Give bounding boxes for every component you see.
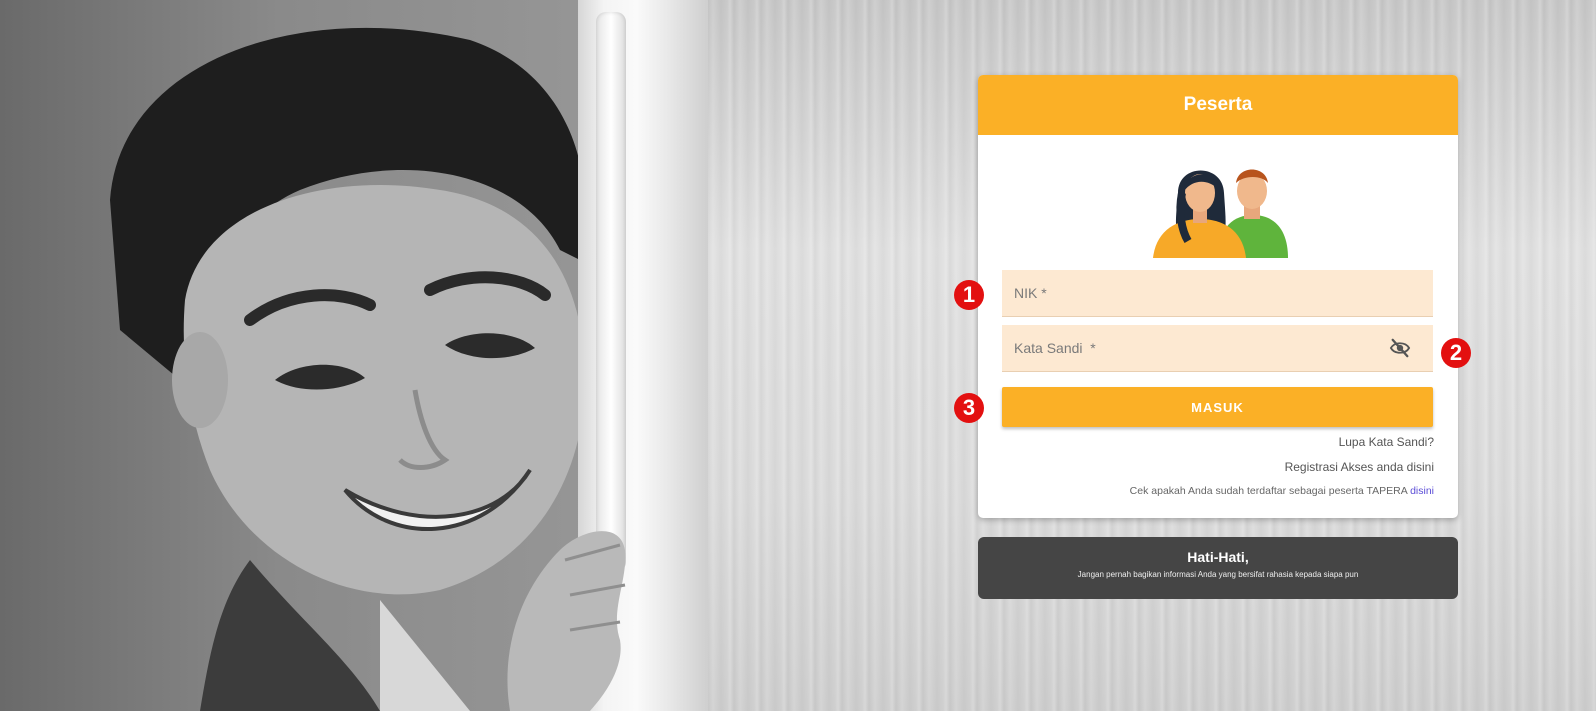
password-input[interactable] <box>1002 325 1433 371</box>
marker-3: 3 <box>954 393 984 423</box>
forgot-password-link[interactable]: Lupa Kata Sandi? <box>1339 435 1434 449</box>
card-title: Peserta <box>1183 94 1253 115</box>
nik-input[interactable] <box>1002 270 1433 316</box>
login-button[interactable]: MASUK <box>1002 387 1433 427</box>
people-avatar-icon <box>1148 153 1288 258</box>
register-link[interactable]: Registrasi Akses anda disini <box>1285 460 1434 474</box>
warning-text: Jangan pernah bagikan informasi Anda yan… <box>1077 570 1359 579</box>
register-row: Registrasi Akses anda disini <box>1285 460 1434 474</box>
eye-slash-icon[interactable] <box>1389 338 1411 358</box>
card-header: Peserta <box>978 75 1458 135</box>
child-hand <box>507 531 626 711</box>
password-field[interactable] <box>1002 325 1433 372</box>
login-card: Peserta MASUK Lupa Kata <box>978 75 1458 518</box>
check-registration-row: Cek apakah Anda sudah terdaftar sebagai … <box>1130 485 1434 497</box>
marker-2: 2 <box>1441 338 1471 368</box>
nik-field[interactable] <box>1002 270 1433 317</box>
warning-box: Hati-Hati, Jangan pernah bagikan informa… <box>978 537 1458 599</box>
marker-1: 1 <box>954 280 984 310</box>
check-registration-link[interactable]: disini <box>1410 485 1434 497</box>
check-registration-text: Cek apakah Anda sudah terdaftar sebagai … <box>1129 485 1408 497</box>
warning-title: Hati-Hati, <box>1187 549 1249 565</box>
forgot-password-row: Lupa Kata Sandi? <box>1339 435 1434 449</box>
